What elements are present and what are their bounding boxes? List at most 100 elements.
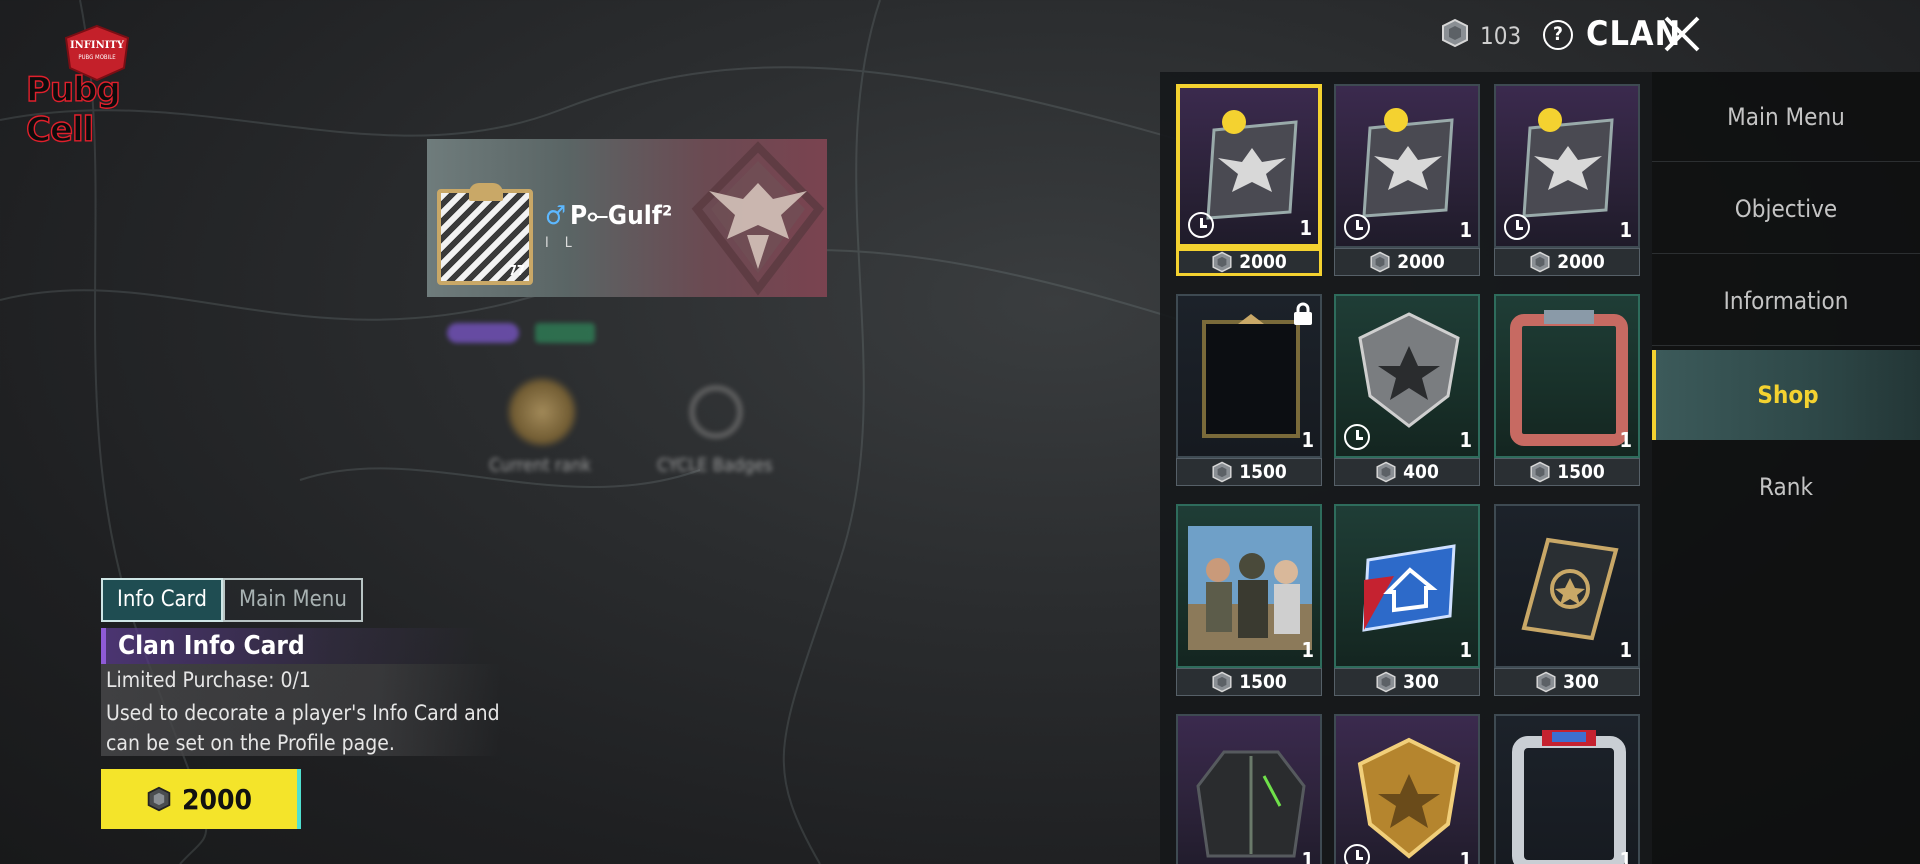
jacket-icon <box>1196 750 1306 858</box>
shop-item[interactable]: 1 400 <box>1334 294 1480 486</box>
blurred-stats: Current rank CYCLE Badges <box>427 297 827 497</box>
shop-item-quantity: 1 <box>1619 428 1632 452</box>
shop-item[interactable]: 1 1500 <box>1176 504 1322 696</box>
shop-item-price: 300 <box>1334 668 1480 696</box>
shop-item-quantity: 1 <box>1459 638 1472 662</box>
emblem-card-gold-badge-icon <box>1206 110 1298 220</box>
avatar[interactable]: 77 <box>437 189 533 285</box>
shop-item[interactable]: 1 2000 <box>1334 84 1480 276</box>
shop-item-image: 1 <box>1176 84 1322 248</box>
shop-item-price: 2000 <box>1494 248 1640 276</box>
shop-item[interactable]: 1 2000 <box>1494 84 1640 276</box>
shop-item-price: 1500 <box>1494 458 1640 486</box>
dark-frame-icon <box>1202 314 1300 438</box>
side-menu: Main Menu Objective Information Shop Ran… <box>1652 72 1920 864</box>
player-name-text: P⟜Gulf² <box>569 201 673 231</box>
shop-item[interactable]: 1 1500 <box>1494 294 1640 486</box>
clan-coin-icon <box>1212 461 1232 483</box>
timer-icon <box>1344 424 1370 450</box>
clan-coin-icon <box>1212 251 1232 273</box>
buy-button[interactable]: 2000 <box>101 769 301 829</box>
rank-badge-icon <box>505 375 579 449</box>
clan-coin-icon <box>147 786 171 812</box>
shop-item-image: 1 <box>1334 714 1480 864</box>
watermark-sub-text: PUBG MOBILE <box>78 54 116 61</box>
side-item-shop[interactable]: Shop <box>1652 350 1920 440</box>
shop-item-image: 1 <box>1176 504 1322 668</box>
cycle-badges-label: CYCLE Badges <box>657 455 773 476</box>
emblem-card-id-badge-icon <box>1362 108 1454 218</box>
shop-item-quantity: 1 <box>1619 638 1632 662</box>
shop-item-image: 1 <box>1494 84 1640 248</box>
shop-item-price-value: 2000 <box>1557 251 1605 273</box>
silver-frame-icon <box>1512 730 1626 864</box>
item-description: Used to decorate a player's Info Card an… <box>106 701 500 755</box>
shop-item-price: 400 <box>1334 458 1480 486</box>
timer-icon <box>1344 214 1370 240</box>
crown-icon <box>469 183 503 201</box>
side-item-objective[interactable]: Objective <box>1652 164 1920 254</box>
squad-picture-icon <box>1188 526 1312 650</box>
shop-item-price: 2000 <box>1176 248 1322 276</box>
watermark-logo: INFINITY PUBG MOBILE Pubg Cell <box>22 18 172 151</box>
shop-item-image: 1 <box>1494 714 1640 864</box>
shop-item-price-value: 300 <box>1403 671 1439 693</box>
shop-item-quantity: 1 <box>1459 848 1472 864</box>
house-card-icon <box>1362 544 1456 632</box>
shop-item-price-value: 1500 <box>1239 461 1287 483</box>
eagle-emblem-icon <box>691 141 825 296</box>
close-icon[interactable] <box>1662 14 1702 54</box>
watermark-top-text: INFINITY <box>70 40 124 51</box>
item-limit: Limited Purchase: 0/1 <box>106 668 311 692</box>
stat-pill <box>447 323 519 343</box>
timer-icon <box>1188 212 1214 238</box>
side-item-information[interactable]: Information <box>1652 256 1920 346</box>
help-icon[interactable]: ? <box>1543 20 1573 50</box>
player-name: ♂ P⟜Gulf² <box>545 201 672 232</box>
clan-coin-icon <box>1530 251 1550 273</box>
shop-item[interactable]: 1 1500 <box>1176 294 1322 486</box>
timer-icon <box>1504 214 1530 240</box>
stat-green <box>535 323 595 343</box>
shop-item[interactable]: 1 <box>1334 714 1480 864</box>
rename-card-icon <box>1521 537 1619 641</box>
preview-tabs: Info Card Main Menu <box>101 578 363 622</box>
clan-coin-icon <box>1530 461 1550 483</box>
shop-grid: 1 2000 1 2000 1 2000 1 1500 1 400 1 1500 1 1500 1 300 1 3… <box>1160 72 1652 864</box>
silver-shield-icon <box>1358 312 1460 428</box>
clan-coin-icon <box>1376 461 1396 483</box>
top-bar: 103 ? CLAN <box>1400 0 1920 70</box>
shop-item-quantity: 1 <box>1301 848 1314 864</box>
shop-item[interactable]: 1 <box>1176 714 1322 864</box>
shop-item-quantity: 1 <box>1299 216 1312 240</box>
clan-coin-icon <box>1442 18 1468 48</box>
item-title: Clan Info Card <box>101 628 481 664</box>
red-frame-icon <box>1510 310 1628 446</box>
watermark-brand: Pubg Cell <box>25 69 121 150</box>
side-item-rank[interactable]: Rank <box>1652 442 1920 532</box>
cycle-badge-icon <box>689 385 743 439</box>
current-rank-label: Current rank <box>489 455 592 476</box>
shop-item[interactable]: 1 300 <box>1334 504 1480 696</box>
clan-coin-icon <box>1536 671 1556 693</box>
avatar-level: 77 <box>508 264 525 279</box>
side-item-main-menu[interactable]: Main Menu <box>1652 72 1920 162</box>
shop-item[interactable]: 1 2000 <box>1176 84 1322 276</box>
lock-icon <box>1294 302 1312 325</box>
shop-item-price-value: 300 <box>1563 671 1599 693</box>
shop-item-quantity: 1 <box>1459 218 1472 242</box>
shop-item-price-value: 400 <box>1403 461 1439 483</box>
clan-coin-count: 103 <box>1480 22 1522 50</box>
shop-item-quantity: 1 <box>1301 428 1314 452</box>
shop-item-image: 1 <box>1334 294 1480 458</box>
shop-item-image: 1 <box>1334 84 1480 248</box>
shop-item[interactable]: 1 300 <box>1494 504 1640 696</box>
tab-main-menu[interactable]: Main Menu <box>223 578 363 622</box>
shop-item-price-value: 1500 <box>1557 461 1605 483</box>
buy-price: 2000 <box>181 782 253 816</box>
shop-item-image: 1 <box>1176 294 1322 458</box>
tab-info-card[interactable]: Info Card <box>101 578 223 622</box>
clan-coin-icon <box>1212 671 1232 693</box>
shop-item-image: 1 <box>1494 294 1640 458</box>
shop-item[interactable]: 1 <box>1494 714 1640 864</box>
